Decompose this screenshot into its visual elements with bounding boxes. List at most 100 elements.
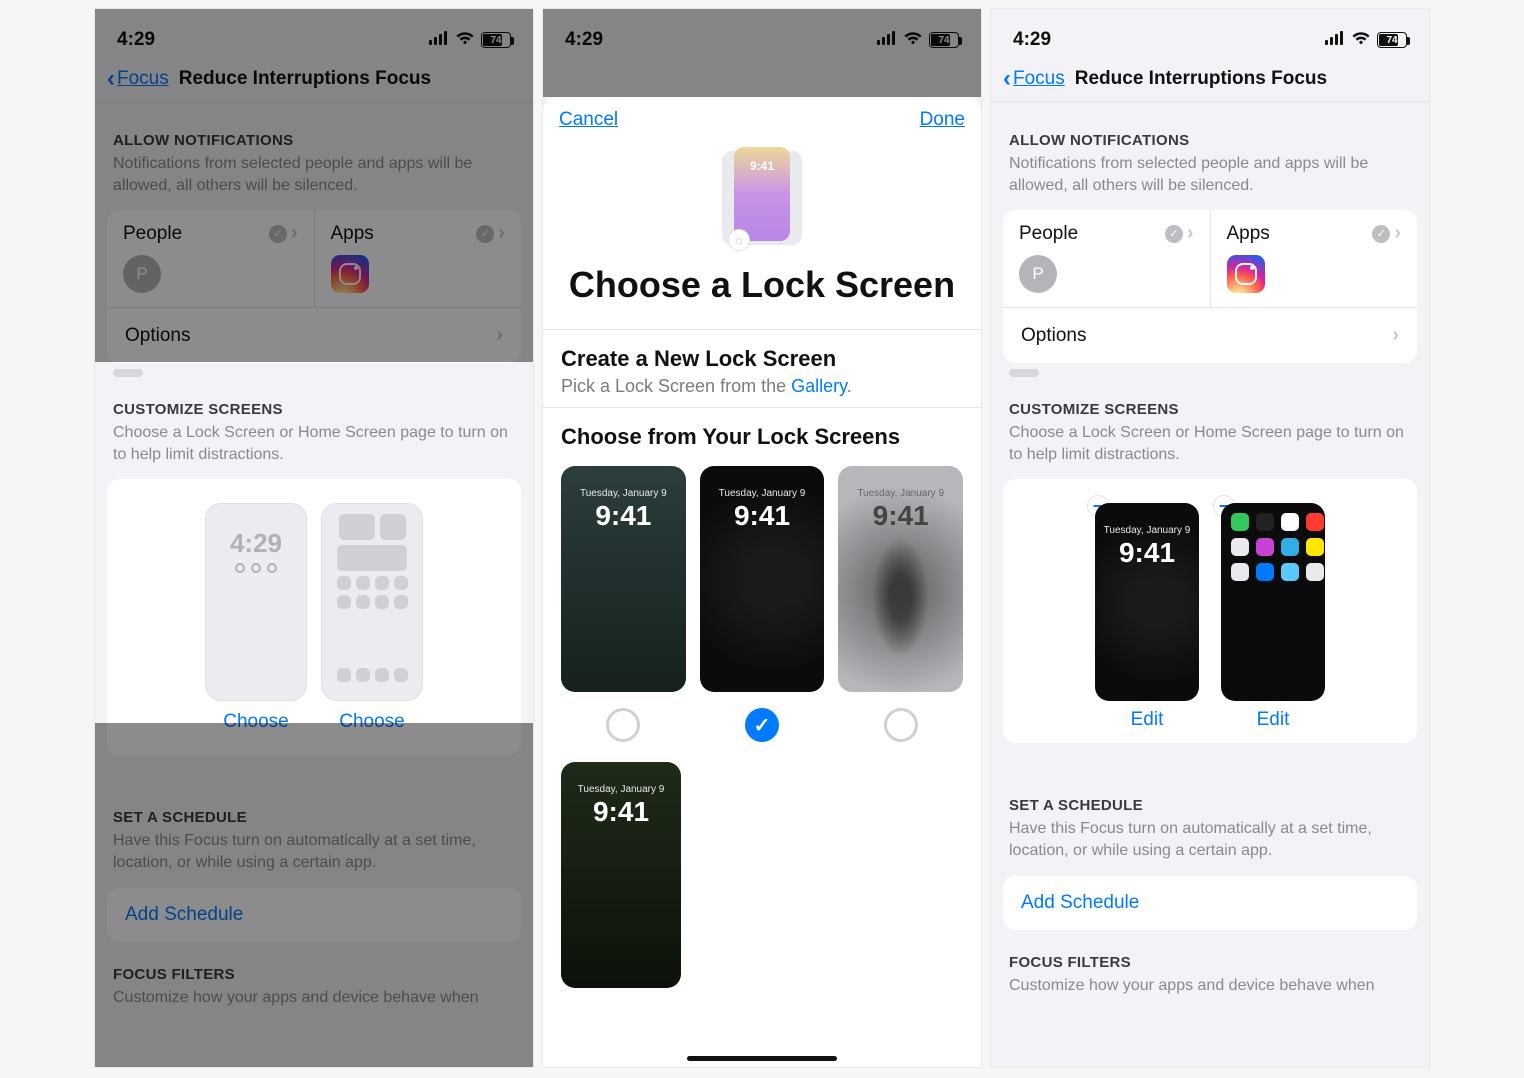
customize-card: − Tuesday, January 9 9:41 Edit − [1003,479,1417,743]
check-badge-icon [1372,225,1390,243]
lockscreen-option-2[interactable]: Tuesday, January 9 9:41 ✓ [700,466,825,742]
edit-lock-button[interactable]: Edit [1131,709,1164,731]
choose-from-header: Choose from Your Lock Screens [561,424,963,450]
edit-home-button[interactable]: Edit [1257,709,1290,731]
schedule-card: Add Schedule [1003,876,1417,930]
apps-label: Apps [1227,223,1270,245]
create-title: Create a New Lock Screen [561,346,963,372]
status-time: 4:29 [1013,29,1051,51]
nav-bar: ‹ Focus Reduce Interruptions Focus [95,61,533,102]
lockscreen-thumb: Tuesday, January 9 9:41 [838,466,963,692]
back-button[interactable]: ‹ Focus [107,67,169,91]
section-schedule-header: SET A SCHEDULE [95,791,533,830]
scroll-indicator [113,369,143,377]
page-title: Reduce Interruptions Focus [179,68,431,90]
section-schedule-sub: Have this Focus turn on automatically at… [95,830,533,881]
lock-screen-slot: 4:29 Choose [205,503,307,737]
people-label: People [1019,223,1078,245]
options-row[interactable]: Options › [107,307,521,363]
section-schedule-sub: Have this Focus turn on automatically at… [991,818,1429,869]
choose-lock-button[interactable]: Choose [205,711,307,737]
check-badge-icon [1165,225,1183,243]
lockscreen-thumb[interactable]: Tuesday, January 9 9:41 [561,762,681,988]
section-allow-sub: Notifications from selected people and a… [991,153,1429,204]
chevron-right-icon: › [1187,222,1194,245]
apps-cell[interactable]: Apps › [314,210,522,307]
section-allow-header: ALLOW NOTIFICATIONS [991,114,1429,153]
options-label: Options [1021,325,1086,347]
back-button[interactable]: ‹ Focus [1003,67,1065,91]
apps-cell[interactable]: Apps › [1210,210,1418,307]
chevron-right-icon: › [496,324,503,347]
signal-icon [1325,29,1345,51]
apps-label: Apps [331,223,374,245]
section-customize-sub: Choose a Lock Screen or Home Screen page… [991,422,1429,473]
instagram-icon [331,255,369,293]
content-scroll[interactable]: ALLOW NOTIFICATIONS Notifications from s… [95,114,533,1067]
home-indicator[interactable] [687,1056,837,1061]
cancel-button[interactable]: Cancel [559,109,618,131]
section-customize-header: CUSTOMIZE SCREENS [991,383,1429,422]
chevron-right-icon: › [1392,324,1399,347]
status-bar: 4:29 74 [95,9,533,61]
people-cell[interactable]: People › P [107,210,314,307]
focus-badge-icon: ◌ [728,229,750,251]
signal-icon [429,29,449,51]
back-label: Focus [1013,68,1065,90]
section-filters-sub: Customize how your apps and device behav… [95,987,533,1017]
chevron-left-icon: ‹ [107,67,115,91]
people-label: People [123,223,182,245]
hero-lockscreen-icon: 9:41 ◌ [722,147,802,247]
radio-checked-icon[interactable]: ✓ [745,708,779,742]
phone-left: 4:29 74 ‹ Focus Reduce Interruptions Foc… [94,8,534,1068]
selected-lock-screen[interactable]: − Tuesday, January 9 9:41 Edit [1095,503,1199,731]
content-scroll[interactable]: ALLOW NOTIFICATIONS Notifications from s… [991,114,1429,1067]
chevron-left-icon: ‹ [1003,67,1011,91]
selected-home-screen[interactable]: − Edit [1221,503,1325,731]
check-badge-icon [476,225,494,243]
schedule-card: Add Schedule [107,888,521,942]
create-new-row[interactable]: Create a New Lock Screen Pick a Lock Scr… [543,329,981,407]
lockscreen-thumb: Tuesday, January 9 9:41 [561,466,686,692]
section-allow-header: ALLOW NOTIFICATIONS [95,114,533,153]
create-sub: Pick a Lock Screen from the [561,376,791,396]
instagram-icon [1227,255,1265,293]
wifi-icon [455,29,475,51]
done-button[interactable]: Done [920,109,965,131]
avatar: P [123,255,161,293]
avatar: P [1019,255,1057,293]
section-customize-sub: Choose a Lock Screen or Home Screen page… [95,422,533,473]
status-time: 4:29 [117,29,155,51]
lock-screen-placeholder-icon: 4:29 [205,503,307,701]
section-filters-header: FOCUS FILTERS [95,948,533,987]
status-time: 4:29 [565,29,603,51]
section-filters-sub: Customize how your apps and device behav… [991,975,1429,1005]
chevron-right-icon: › [1394,222,1401,245]
options-label: Options [125,325,190,347]
lockscreen-option-3[interactable]: Tuesday, January 9 9:41 [838,466,963,742]
scroll-indicator [1009,369,1039,377]
home-screen-placeholder-icon [321,503,423,701]
lockscreen-option-1[interactable]: Tuesday, January 9 9:41 [561,466,686,742]
wifi-icon [1351,29,1371,51]
lockscreen-thumb: Tuesday, January 9 9:41 [700,466,825,692]
gallery-link[interactable]: Gallery [791,376,847,396]
choose-home-button[interactable]: Choose [321,711,423,737]
chevron-right-icon: › [291,222,298,245]
homescreen-thumb [1221,503,1325,701]
radio-unchecked-icon[interactable] [884,708,918,742]
allow-card: People › P Apps › Options › [1003,210,1417,363]
sheet-title: Choose a Lock Screen [569,265,955,305]
phone-right: 4:29 74 ‹ Focus Reduce Interruptions Foc… [990,8,1430,1068]
lock-screen-sheet: Cancel Done 9:41 ◌ Choose a Lock Screen … [543,97,981,1067]
battery-icon: 74 [1377,32,1407,48]
radio-unchecked-icon[interactable] [606,708,640,742]
add-schedule-button[interactable]: Add Schedule [1003,876,1417,930]
lockscreen-thumb: Tuesday, January 9 9:41 [1095,503,1199,701]
customize-card: 4:29 Choose Choose [107,479,521,755]
add-schedule-button[interactable]: Add Schedule [107,888,521,942]
check-badge-icon [269,225,287,243]
people-cell[interactable]: People › P [1003,210,1210,307]
options-row[interactable]: Options › [1003,307,1417,363]
home-apps-grid-icon [1231,513,1315,581]
